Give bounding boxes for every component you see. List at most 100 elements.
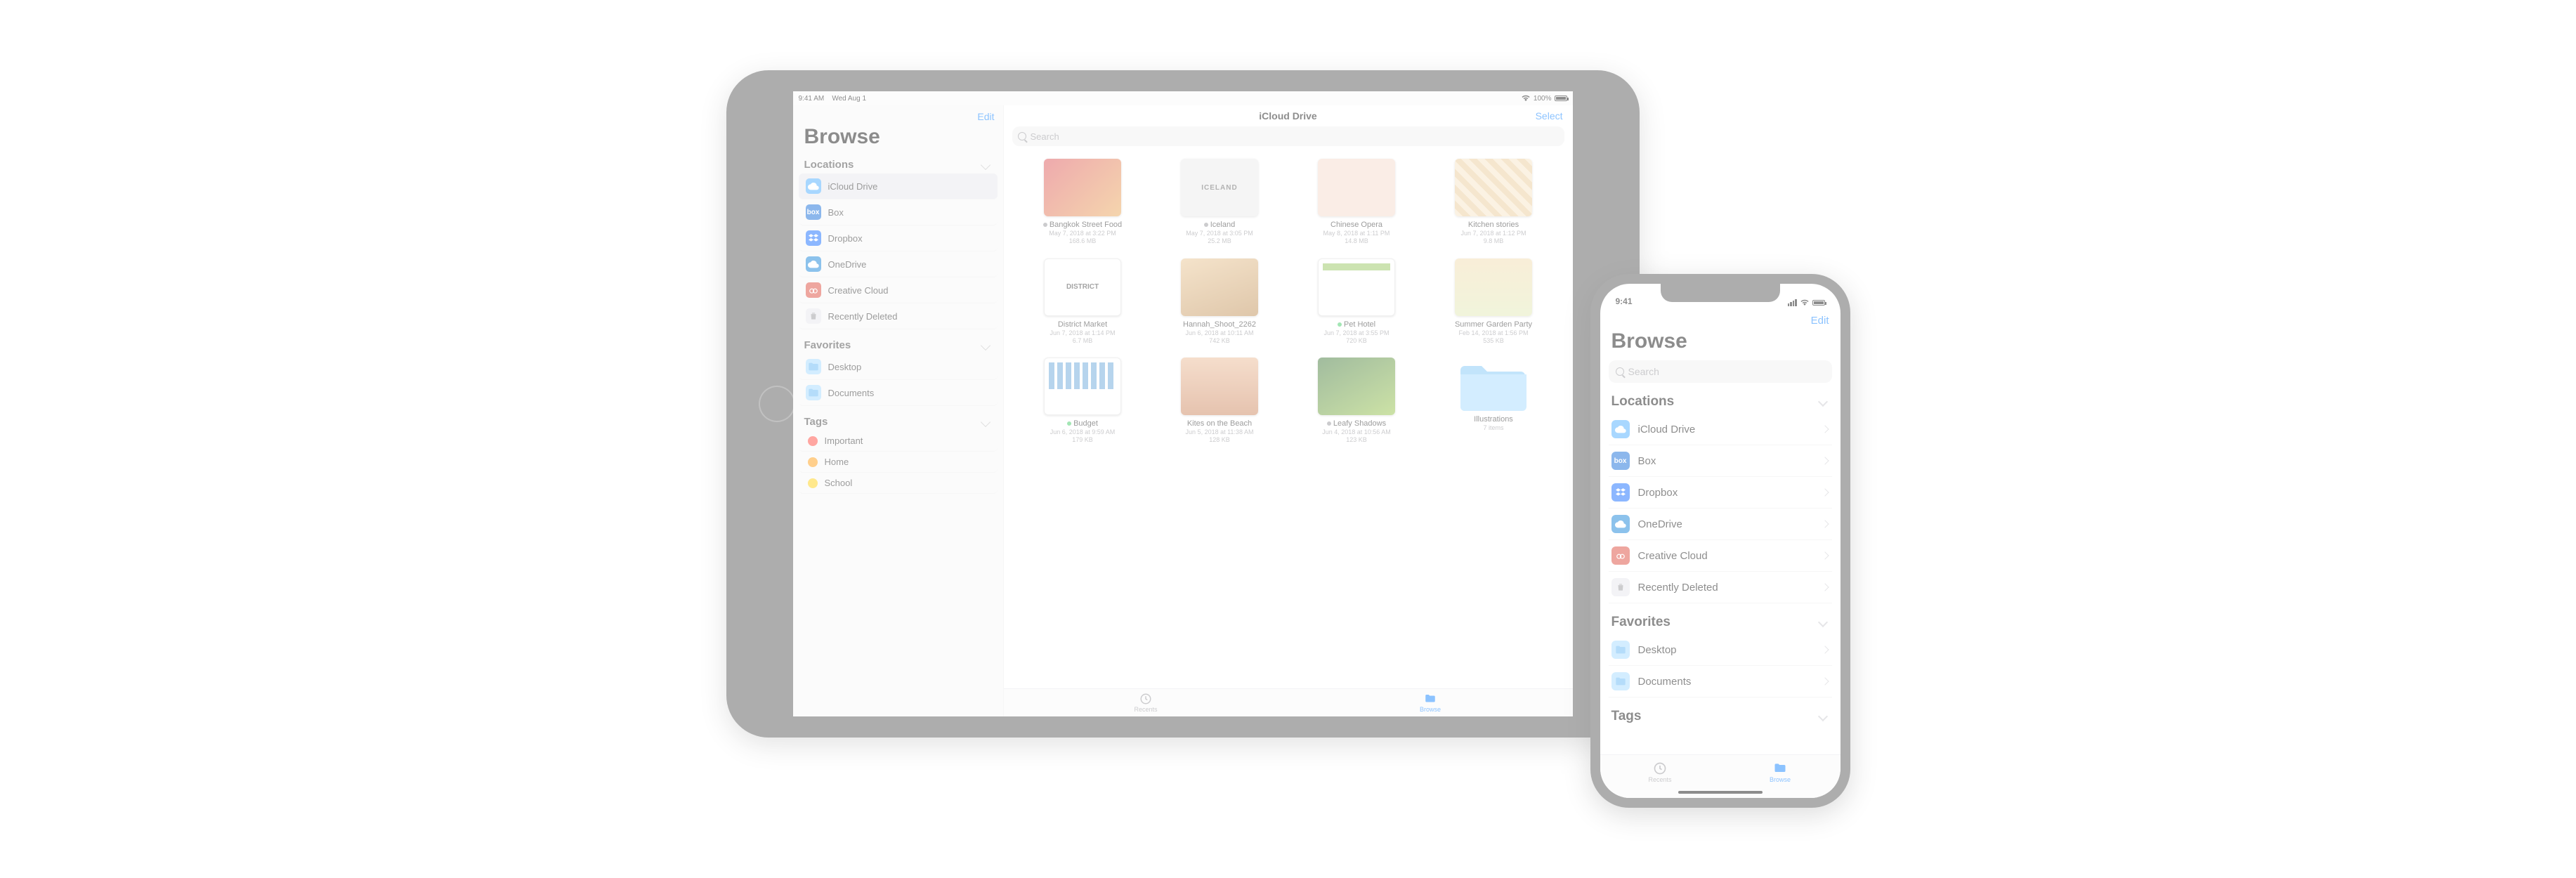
file-item[interactable]: Leafy ShadowsJun 4, 2018 at 10:56 AM123 … [1292,358,1422,445]
file-size: 720 KB [1346,337,1367,345]
list-item-recently-deleted[interactable]: Recently Deleted [1609,572,1832,603]
select-button[interactable]: Select [1536,110,1563,122]
sidebar-item-label: iCloud Drive [828,181,878,192]
file-item[interactable]: Bangkok Street FoodMay 7, 2018 at 3:22 P… [1018,159,1148,246]
file-thumbnail [1318,358,1395,415]
shared-dot-icon [1327,421,1331,426]
tab-recents-label: Recents [1648,776,1671,783]
file-item[interactable]: Summer Garden PartyFeb 14, 2018 at 1:56 … [1429,258,1559,346]
battery-pct: 100% [1534,95,1552,103]
locations-header[interactable]: Locations [793,156,1003,173]
favorites-header-label: Favorites [804,339,851,351]
file-date: Jun 7, 2018 at 1:12 PM [1460,230,1526,237]
tab-browse[interactable]: Browse [1288,689,1573,716]
chevron-right-icon [1821,425,1829,433]
tags-header[interactable]: Tags [1609,707,1832,728]
sidebar-item-label: Recently Deleted [828,311,898,322]
status-date: Wed Aug 1 [832,95,866,103]
file-name: Summer Garden Party [1455,320,1532,329]
shared-dot-icon [1204,223,1208,227]
iphone-device: 9:41 Edit Browse Search Locations [1590,274,1850,808]
list-item-creative-cloud[interactable]: Creative Cloud [1609,540,1832,572]
file-item[interactable]: Hannah_Shoot_2262Jun 6, 2018 at 10:11 AM… [1155,258,1285,346]
sidebar-item-label: Box [828,207,844,218]
trash-icon [806,308,821,324]
favorites-header[interactable]: Favorites [1609,613,1832,634]
status-time: 9:41 [1616,296,1633,306]
signal-icon [1788,299,1797,306]
locations-header-label: Locations [1611,394,1675,409]
file-date: Jun 6, 2018 at 10:11 AM [1186,329,1254,337]
list-item-label: Desktop [1638,644,1677,656]
file-item[interactable]: DISTRICTDistrict MarketJun 7, 2018 at 1:… [1018,258,1148,346]
file-thumbnail [1318,159,1395,216]
folder-icon [806,359,821,374]
main-panel: iCloud Drive Select Search Bangkok Stree… [1004,105,1573,716]
home-indicator[interactable] [1678,791,1763,794]
tag-home[interactable]: Home [799,452,998,473]
file-item[interactable]: Illustrations7 items [1429,358,1559,445]
list-item-dropbox[interactable]: Dropbox [1609,477,1832,509]
folder-icon [1455,358,1532,415]
file-item[interactable]: Kites on the BeachJun 5, 2018 at 11:38 A… [1155,358,1285,445]
tab-browse-label: Browse [1770,776,1791,783]
tag-school[interactable]: School [799,473,998,494]
sidebar-item-icloud-drive[interactable]: iCloud Drive [799,173,998,199]
tag-color-dot [808,457,818,467]
tab-recents[interactable]: Recents [1600,755,1720,789]
sidebar-item-creative-cloud[interactable]: Creative Cloud [799,277,998,303]
list-item-desktop[interactable]: Desktop [1609,634,1832,666]
favorites-header[interactable]: Favorites [793,336,1003,354]
folder-icon [1611,672,1630,690]
file-item[interactable]: Kitchen storiesJun 7, 2018 at 1:12 PM9.8… [1429,159,1559,246]
file-item[interactable]: Pet HotelJun 7, 2018 at 3:55 PM720 KB [1292,258,1422,346]
tags-header[interactable]: Tags [793,413,1003,431]
list-item-documents[interactable]: Documents [1609,666,1832,697]
file-item[interactable]: BudgetJun 6, 2018 at 9:59 AM179 KB [1018,358,1148,445]
chevron-down-icon [1817,397,1827,407]
file-date: Feb 14, 2018 at 1:56 PM [1458,329,1528,337]
status-bar: 9:41 AM Wed Aug 1 100% [793,91,1573,105]
sidebar-item-desktop[interactable]: Desktop [799,354,998,380]
sidebar-item-documents[interactable]: Documents [799,380,998,406]
page-title: Browse [1609,328,1832,360]
home-button[interactable] [759,386,795,422]
list-item-icloud-drive[interactable]: iCloud Drive [1609,414,1832,445]
edit-button[interactable]: Edit [977,111,994,122]
status-time: 9:41 AM [799,95,825,103]
file-size: 179 KB [1072,436,1093,444]
locations-header[interactable]: Locations [1609,393,1832,414]
sidebar-item-recently-deleted[interactable]: Recently Deleted [799,303,998,329]
tag-label: Important [825,435,863,446]
tab-recents[interactable]: Recents [1004,689,1288,716]
list-item-onedrive[interactable]: OneDrive [1609,509,1832,540]
search-input[interactable]: Search [1609,360,1832,383]
main-title: iCloud Drive [1259,110,1316,122]
sidebar-item-dropbox[interactable]: Dropbox [799,225,998,251]
chevron-right-icon [1821,646,1829,653]
cc-icon [1611,546,1630,565]
search-input[interactable]: Search [1012,126,1564,146]
file-name: Hannah_Shoot_2262 [1183,320,1256,329]
file-thumbnail [1044,159,1121,216]
tag-important[interactable]: Important [799,431,998,452]
ipad-device: 9:41 AM Wed Aug 1 100% Edit Browse [726,70,1640,738]
tag-color-dot [808,436,818,446]
sidebar-item-label: Desktop [828,362,862,372]
list-item-label: OneDrive [1638,518,1682,530]
tags-header-label: Tags [804,416,828,428]
file-item[interactable]: Chinese OperaMay 8, 2018 at 1:11 PM14.8 … [1292,159,1422,246]
clock-icon [1139,693,1153,705]
list-item-box[interactable]: boxBox [1609,445,1832,477]
sidebar-item-onedrive[interactable]: OneDrive [799,251,998,277]
search-icon [1018,132,1026,140]
list-item-label: Dropbox [1638,487,1678,499]
sidebar-item-box[interactable]: boxBox [799,199,998,225]
sidebar-item-label: Creative Cloud [828,285,889,296]
file-name: Leafy Shadows [1327,419,1386,428]
file-item[interactable]: ICELANDIcelandMay 7, 2018 at 3:05 PM25.2… [1155,159,1285,246]
file-thumbnail [1318,258,1395,316]
sidebar: Edit Browse Locations iCloud DriveboxBox… [793,105,1004,716]
edit-button[interactable]: Edit [1811,315,1829,327]
tab-browse[interactable]: Browse [1720,755,1841,789]
